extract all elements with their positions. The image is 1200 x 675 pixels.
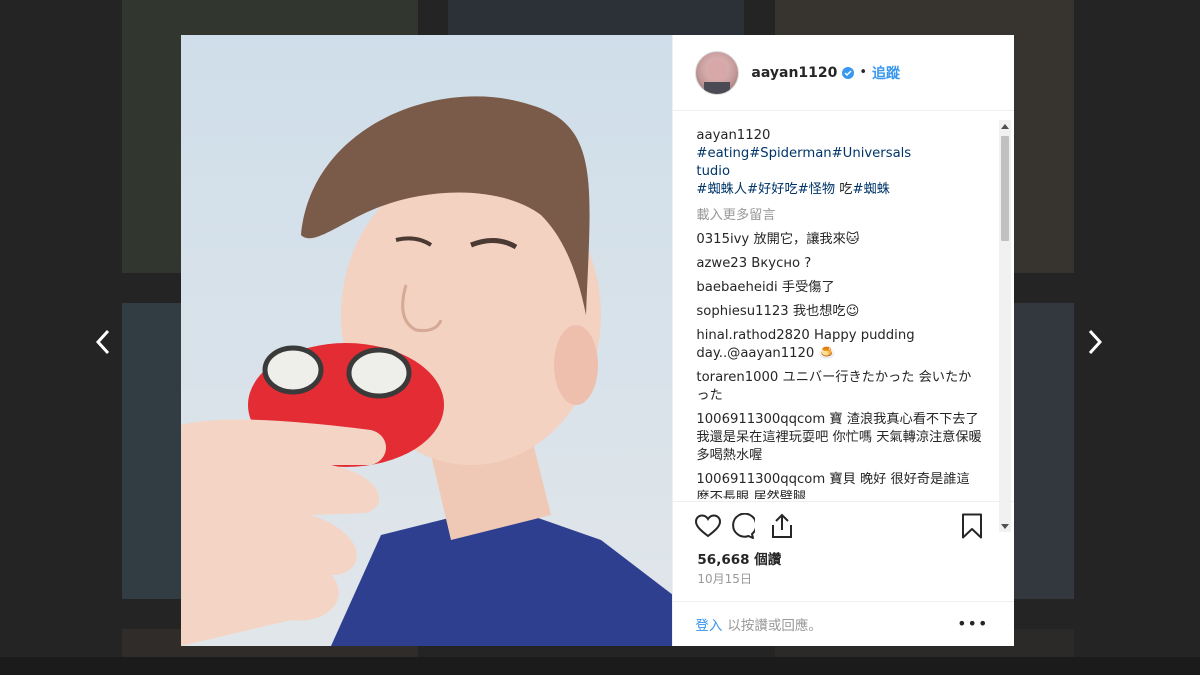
bottom-bar	[0, 657, 1200, 675]
comment-username[interactable]: 1006911300qqcom	[696, 412, 825, 427]
comment-item: 1006911300qqcom 寶 渣浪我真心看不下去了 我還是呆在這裡玩耍吧 …	[696, 411, 998, 465]
post-caption: aayan1120 #eating#Spiderman#Universals t…	[696, 127, 998, 199]
caption-hashtags[interactable]: #蜘蛛人#好好吃#怪物	[696, 182, 835, 197]
caption-text: 吃	[835, 182, 853, 197]
avatar-image	[704, 58, 731, 94]
comment-item: 0315ivy 放開它，讓我來🐱	[696, 231, 998, 249]
username-link[interactable]: aayan1120	[751, 65, 837, 81]
comment-item: toraren1000 ユニバー行きたかった 会いたかった	[696, 369, 998, 405]
load-more-comments-link[interactable]: 載入更多留言	[696, 207, 998, 225]
comment-item: baebaeheidi 手受傷了	[696, 279, 998, 297]
comment-username[interactable]: 0315ivy	[696, 232, 749, 247]
login-prompt: 登入 以按讚或回應。 •••	[673, 601, 1015, 646]
login-link[interactable]: 登入	[695, 614, 722, 634]
avatar[interactable]	[695, 50, 740, 95]
post-side-panel: aayan1120 • 追蹤 aayan1120 #eating#Spiderm…	[672, 35, 1015, 646]
next-post-button[interactable]	[1080, 325, 1110, 359]
post-header: aayan1120 • 追蹤	[673, 35, 1014, 111]
comment-username[interactable]: azwe23	[696, 256, 747, 271]
save-button[interactable]	[958, 512, 986, 540]
share-icon	[772, 513, 793, 538]
separator-dot: •	[859, 65, 868, 80]
comment-username[interactable]: 1006911300qqcom	[696, 472, 825, 487]
post-modal: aayan1120 • 追蹤 aayan1120 #eating#Spiderm…	[181, 35, 1015, 646]
scrollbar-thumb[interactable]	[1001, 136, 1010, 241]
previous-post-button[interactable]	[88, 325, 118, 359]
like-button[interactable]	[694, 512, 722, 540]
chevron-right-icon	[1088, 329, 1103, 355]
caption-hashtags[interactable]: #蜘蛛	[852, 182, 889, 197]
selfie-image	[181, 35, 673, 646]
comment-text: 手受傷了	[781, 280, 835, 295]
post-date: 10月15日	[697, 572, 752, 586]
login-prompt-text: 以按讚或回應。	[727, 618, 822, 634]
chevron-left-icon	[95, 329, 110, 355]
like-count[interactable]: 56,668 個讚	[697, 548, 781, 568]
comment-text: 我也想吃😉	[792, 304, 860, 319]
bookmark-icon	[962, 513, 983, 539]
verified-badge-icon	[842, 66, 855, 79]
comment-username[interactable]: hinal.rathod2820	[696, 328, 809, 343]
more-options-button[interactable]: •••	[957, 614, 988, 633]
comment-item: 1006911300qqcom 寶貝 晚好 很好奇是誰這麼不長眼 居然劈腿	[696, 471, 998, 499]
comment-item: sophiesu1123 我也想吃😉	[696, 303, 998, 321]
comment-icon	[732, 513, 756, 539]
comment-text: Вкусно ?	[751, 256, 812, 271]
caption-hashtags[interactable]: tudio	[696, 164, 730, 179]
caption-username[interactable]: aayan1120	[696, 128, 770, 143]
scroll-up-icon[interactable]	[999, 120, 1011, 132]
comment-username[interactable]: toraren1000	[696, 370, 778, 385]
comment-item: azwe23 Вкусно ?	[696, 255, 998, 273]
post-photo	[181, 35, 673, 646]
share-button[interactable]	[768, 512, 796, 540]
caption-hashtags[interactable]: #eating#Spiderman#Universals	[696, 146, 911, 161]
heart-icon	[695, 514, 722, 538]
comments-list[interactable]: aayan1120 #eating#Spiderman#Universals t…	[673, 127, 998, 499]
comment-username[interactable]: sophiesu1123	[696, 304, 788, 319]
comment-item: hinal.rathod2820 Happy pudding day..@aay…	[696, 327, 998, 363]
comment-text: 放開它，讓我來🐱	[753, 232, 860, 247]
comment-username[interactable]: baebaeheidi	[696, 280, 777, 295]
follow-button[interactable]: 追蹤	[872, 63, 900, 83]
comment-button[interactable]	[728, 512, 756, 540]
